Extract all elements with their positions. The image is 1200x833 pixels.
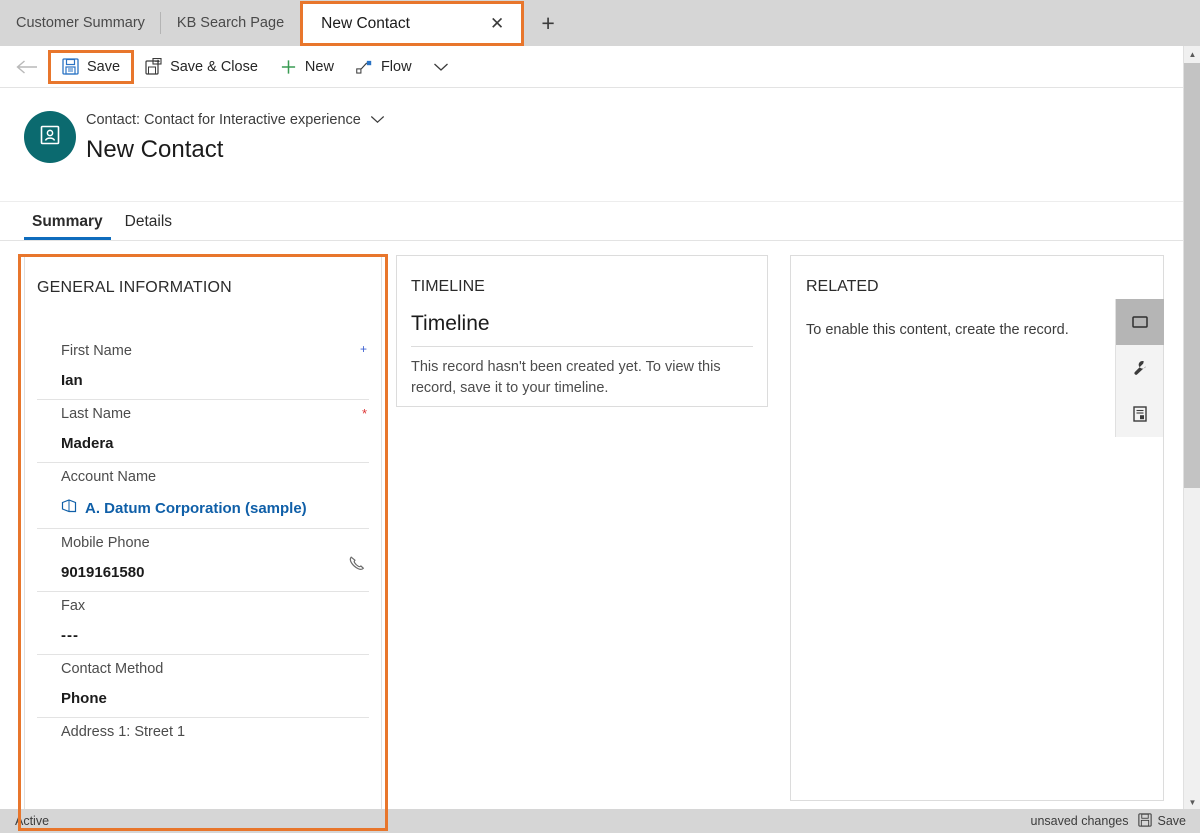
lookup-record-icon <box>61 498 77 518</box>
save-and-close-label: Save & Close <box>170 58 258 75</box>
field-label: Last Name <box>61 406 132 422</box>
related-empty-message: To enable this content, create the recor… <box>806 322 1069 338</box>
window-panel-icon[interactable] <box>1116 299 1164 345</box>
status-save-label: Save <box>1157 814 1187 828</box>
account-name-lookup[interactable]: A. Datum Corporation (sample) <box>61 498 369 518</box>
tab-details[interactable]: Details <box>117 213 180 240</box>
tab-summary[interactable]: Summary <box>24 213 111 240</box>
timeline-empty-message: This record hasn't been created yet. To … <box>411 359 721 397</box>
flow-button-label: Flow <box>380 58 412 75</box>
form-body: GENERAL INFORMATION First Name + Ian Las… <box>0 241 1185 831</box>
avatar <box>24 111 76 163</box>
general-information-section: GENERAL INFORMATION First Name + Ian Las… <box>24 255 382 829</box>
status-badge: Active <box>15 814 50 828</box>
save-button-label: Save <box>87 58 121 75</box>
unsaved-changes-text: unsaved changes <box>1030 814 1129 828</box>
field-label: First Name <box>61 343 132 359</box>
general-information-title: GENERAL INFORMATION <box>37 279 232 296</box>
vertical-scrollbar[interactable]: ▲ ▼ <box>1183 46 1200 811</box>
timeline-section-title: TIMELINE <box>411 278 485 295</box>
browser-tab-strip: Customer Summary KB Search Page New Cont… <box>0 0 1200 46</box>
new-button[interactable]: New <box>269 51 345 83</box>
page-title: New Contact <box>86 136 224 163</box>
flow-button[interactable]: Flow <box>345 51 423 83</box>
record-subtitle-text: Contact: Contact for Interactive experie… <box>86 112 361 128</box>
required-marker: * <box>361 406 367 421</box>
caret-up-icon[interactable]: ▲ <box>1184 46 1200 63</box>
fax-input[interactable]: --- <box>61 627 369 644</box>
save-floppy-icon <box>1137 812 1152 830</box>
field-contact-method: Contact Method Phone <box>37 655 369 718</box>
wrench-icon[interactable] <box>1116 345 1164 391</box>
status-save-button[interactable]: Save <box>1137 812 1187 830</box>
first-name-input[interactable]: Ian <box>61 372 369 389</box>
timeline-heading: Timeline <box>411 312 490 335</box>
dynamics-contact-form-window: Customer Summary KB Search Page New Cont… <box>0 0 1200 833</box>
related-section: RELATED To enable this content, create t… <box>790 255 1164 801</box>
field-mobile-phone: Mobile Phone 9019161580 <box>37 529 369 592</box>
chevron-down-icon[interactable] <box>370 112 385 128</box>
field-label: Account Name <box>61 469 157 485</box>
close-icon[interactable]: ✕ <box>485 12 509 36</box>
field-last-name: Last Name * Madera <box>37 400 369 463</box>
field-address-1-street-1: Address 1: Street 1 <box>37 718 369 763</box>
plus-icon[interactable]: + <box>524 0 572 46</box>
phone-icon[interactable] <box>347 554 367 579</box>
record-entity-subtitle[interactable]: Contact: Contact for Interactive experie… <box>86 112 385 128</box>
status-bar-right: unsaved changes Save <box>1030 812 1200 830</box>
recommended-marker: + <box>359 342 367 356</box>
browser-tab-new-contact[interactable]: New Contact ✕ <box>300 1 525 46</box>
save-button[interactable]: Save <box>48 49 135 84</box>
account-name-value: A. Datum Corporation (sample) <box>85 499 307 517</box>
contact-card-icon <box>38 123 62 152</box>
tab-summary-label: Summary <box>32 213 103 230</box>
form-tab-nav: Summary Details <box>0 202 1185 241</box>
new-button-label: New <box>304 58 334 75</box>
field-label: Contact Method <box>61 661 164 677</box>
field-label: Fax <box>61 598 86 614</box>
related-side-rail <box>1115 299 1164 437</box>
field-fax: Fax --- <box>37 592 369 655</box>
field-label: Mobile Phone <box>61 535 150 551</box>
browser-tab-label: Customer Summary <box>16 15 145 31</box>
status-bar: Active unsaved changes Save <box>0 809 1200 833</box>
browser-tab-label: New Contact <box>321 14 410 32</box>
timeline-section: TIMELINE Timeline This record hasn't bee… <box>396 255 768 407</box>
general-information-fields: First Name + Ian Last Name * Madera Acco… <box>25 297 381 763</box>
chevron-down-icon[interactable] <box>423 62 459 72</box>
command-bar: Save Save & Close New Flow <box>0 46 1185 88</box>
browser-tab-label: KB Search Page <box>176 15 285 31</box>
related-section-title: RELATED <box>806 278 879 295</box>
plus-icon <box>280 58 297 75</box>
contact-method-select[interactable]: Phone <box>61 690 369 707</box>
field-first-name: First Name + Ian <box>37 337 369 400</box>
field-account-name: Account Name A. Datum Corporation (sampl… <box>37 463 369 529</box>
field-label: Address 1: Street 1 <box>61 724 186 740</box>
flow-icon <box>356 58 373 75</box>
record-header: Contact: Contact for Interactive experie… <box>0 89 1185 248</box>
save-and-close-button[interactable]: Save & Close <box>134 51 269 83</box>
document-properties-icon[interactable] <box>1116 391 1164 437</box>
browser-tab-kb-search-page[interactable]: KB Search Page <box>161 0 300 46</box>
tab-details-label: Details <box>124 213 173 230</box>
back-arrow-icon[interactable] <box>10 52 44 82</box>
last-name-input[interactable]: Madera <box>61 435 369 452</box>
browser-tab-customer-summary[interactable]: Customer Summary <box>0 0 161 46</box>
save-and-close-icon <box>145 58 162 75</box>
scrollbar-thumb[interactable] <box>1184 63 1200 488</box>
mobile-phone-input[interactable]: 9019161580 <box>61 564 369 581</box>
save-floppy-icon <box>62 58 79 75</box>
